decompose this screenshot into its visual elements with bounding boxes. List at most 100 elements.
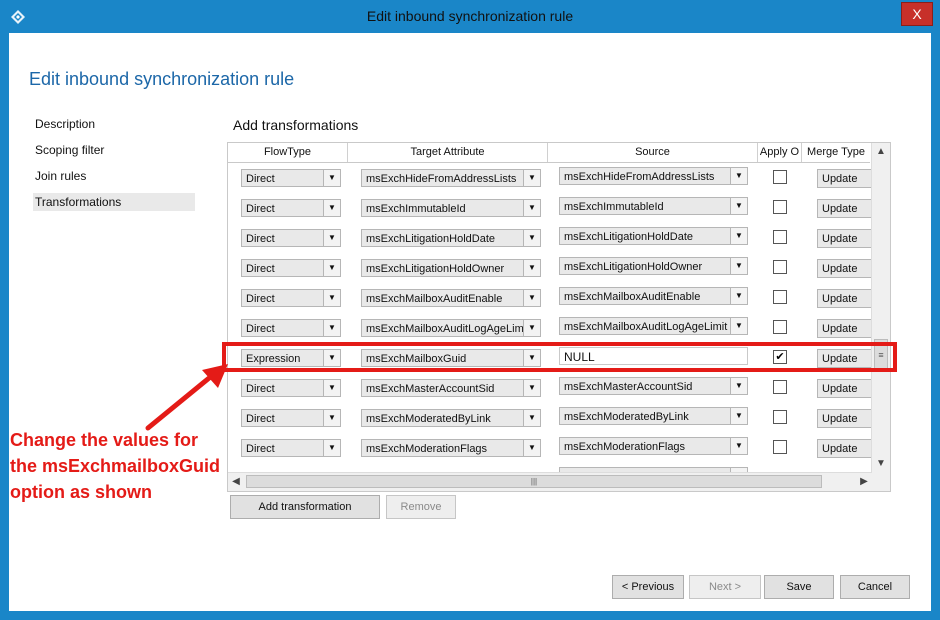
source-dropdown[interactable]: msExchModeratedByLink ▼: [559, 407, 748, 425]
chevron-down-icon: ▼: [730, 258, 747, 274]
merge-type-dropdown[interactable]: Update: [817, 289, 873, 308]
horizontal-scrollbar[interactable]: ◀ ||| ▶: [228, 472, 872, 491]
source-dropdown[interactable]: msExchLitigationHoldDate ▼: [559, 227, 748, 245]
table-row: Direct ▼ msExchMasterAccountSid ▼ msExchMast…: [228, 373, 873, 403]
apply-once-checkbox[interactable]: [773, 200, 787, 214]
chevron-down-icon: ▼: [323, 410, 340, 426]
column-header-source[interactable]: Source: [548, 143, 758, 162]
scroll-up-icon[interactable]: ▲: [872, 143, 890, 161]
merge-type-dropdown[interactable]: Update: [817, 199, 873, 218]
sidebar-item-description[interactable]: Description: [33, 115, 195, 133]
chevron-down-icon: ▼: [323, 200, 340, 216]
target-attribute-dropdown[interactable]: msExchHideFromAddressLists ▼: [361, 169, 541, 187]
flowtype-dropdown-value: Direct: [246, 323, 275, 335]
source-dropdown[interactable]: msExchMailboxAuditEnable ▼: [559, 287, 748, 305]
target-attribute-dropdown[interactable]: msExchModerationFlags ▼: [361, 439, 541, 457]
dialog-window: Edit inbound synchronization rule X Edit…: [0, 0, 940, 620]
column-header-flowtype[interactable]: FlowType: [228, 143, 348, 162]
chevron-down-icon: ▼: [323, 260, 340, 276]
flowtype-dropdown[interactable]: Direct ▼: [241, 409, 341, 427]
target-attribute-dropdown[interactable]: msExchMailboxAuditEnable ▼: [361, 289, 541, 307]
flowtype-dropdown[interactable]: Direct ▼: [241, 259, 341, 277]
cancel-button[interactable]: Cancel: [840, 575, 910, 599]
flowtype-dropdown[interactable]: Direct ▼: [241, 229, 341, 247]
apply-once-checkbox[interactable]: [773, 260, 787, 274]
apply-once-checkbox[interactable]: [773, 320, 787, 334]
add-transformation-button[interactable]: Add transformation: [230, 495, 380, 519]
source-dropdown[interactable]: msExchMasterAccountSid ▼: [559, 377, 748, 395]
target-attribute-dropdown-value: msExchModeratedByLink: [366, 413, 491, 425]
merge-type-dropdown[interactable]: Update: [817, 229, 873, 248]
target-attribute-dropdown[interactable]: msExchLitigationHoldDate ▼: [361, 229, 541, 247]
chevron-down-icon: ▼: [523, 170, 540, 186]
next-button[interactable]: Next >: [689, 575, 761, 599]
target-attribute-dropdown[interactable]: msExchModeratedByLink ▼: [361, 409, 541, 427]
merge-type-dropdown[interactable]: Update: [817, 379, 873, 398]
source-dropdown[interactable]: msExchImmutableId ▼: [559, 197, 748, 215]
column-header-merge-type[interactable]: Merge Type: [802, 143, 870, 162]
target-attribute-dropdown[interactable]: msExchMailboxAuditLogAgeLimit ▼: [361, 319, 541, 337]
apply-once-checkbox[interactable]: [773, 230, 787, 244]
column-header-apply-once[interactable]: Apply O: [758, 143, 802, 162]
target-attribute-dropdown-value: msExchMailboxAuditEnable: [366, 293, 503, 305]
source-dropdown[interactable]: msExchModerationFlags ▼: [559, 437, 748, 455]
apply-once-checkbox[interactable]: [773, 440, 787, 454]
remove-button[interactable]: Remove: [386, 495, 456, 519]
sidebar-item-scoping-filter[interactable]: Scoping filter: [33, 141, 195, 159]
apply-once-checkbox[interactable]: [773, 290, 787, 304]
flowtype-dropdown[interactable]: Direct ▼: [241, 439, 341, 457]
flowtype-dropdown[interactable]: Direct ▼: [241, 199, 341, 217]
page-title: Edit inbound synchronization rule: [29, 69, 295, 89]
horizontal-scroll-thumb[interactable]: |||: [246, 475, 822, 488]
sidebar-item-transformations[interactable]: Transformations: [33, 193, 195, 211]
scroll-left-icon[interactable]: ◀: [228, 473, 244, 491]
table-row: Direct ▼ msExchMailboxAuditEnable ▼ msExchMa…: [228, 283, 873, 313]
scroll-right-icon[interactable]: ▶: [856, 473, 872, 491]
chevron-down-icon: ▼: [523, 320, 540, 336]
vertical-scrollbar[interactable]: ▲ ≡ ▼: [871, 143, 890, 473]
scroll-down-icon[interactable]: ▼: [872, 455, 890, 473]
save-button[interactable]: Save: [764, 575, 834, 599]
annotation-text: Change the values for the msExchmailboxG…: [10, 427, 230, 505]
source-dropdown[interactable]: msExchLitigationHoldOwner ▼: [559, 257, 748, 275]
chevron-down-icon: ▼: [523, 440, 540, 456]
target-attribute-dropdown[interactable]: msExchLitigationHoldOwner ▼: [361, 259, 541, 277]
source-dropdown-value: msExchMasterAccountSid: [564, 381, 693, 393]
merge-type-dropdown[interactable]: Update: [817, 259, 873, 278]
chevron-down-icon: ▼: [730, 318, 747, 334]
flowtype-dropdown-value: Direct: [246, 413, 275, 425]
apply-once-checkbox[interactable]: [773, 410, 787, 424]
flowtype-dropdown[interactable]: Direct ▼: [241, 289, 341, 307]
chevron-down-icon: ▼: [323, 320, 340, 336]
chevron-down-icon: ▼: [523, 290, 540, 306]
merge-type-dropdown[interactable]: Update: [817, 319, 873, 338]
chevron-down-icon: ▼: [323, 170, 340, 186]
merge-type-dropdown[interactable]: Update: [817, 409, 873, 428]
source-dropdown-value: msExchLitigationHoldDate: [564, 231, 694, 243]
merge-type-dropdown[interactable]: Update: [817, 439, 873, 458]
chevron-down-icon: ▼: [523, 230, 540, 246]
apply-once-checkbox[interactable]: [773, 380, 787, 394]
source-dropdown[interactable]: msExchHideFromAddressLists ▼: [559, 167, 748, 185]
source-dropdown-value: msExchImmutableId: [564, 201, 664, 213]
flowtype-dropdown[interactable]: Direct ▼: [241, 169, 341, 187]
flowtype-dropdown[interactable]: Direct ▼: [241, 379, 341, 397]
flowtype-dropdown[interactable]: Direct ▼: [241, 319, 341, 337]
apply-once-checkbox[interactable]: [773, 170, 787, 184]
previous-button[interactable]: < Previous: [612, 575, 684, 599]
close-button[interactable]: X: [901, 2, 933, 26]
source-dropdown[interactable]: msExchMailboxAuditLogAgeLimit ▼: [559, 317, 748, 335]
target-attribute-dropdown[interactable]: msExchMasterAccountSid ▼: [361, 379, 541, 397]
column-header-target-attribute[interactable]: Target Attribute: [348, 143, 548, 162]
merge-type-dropdown[interactable]: Update: [817, 169, 873, 188]
annotation-line: Change the values for: [10, 430, 199, 450]
table-row: Direct ▼ msExchHideFromAddressLists ▼ msExch…: [228, 163, 873, 193]
table-row: Direct ▼ msExchModeratedByLink ▼ msExchModer…: [228, 403, 873, 433]
sidebar-item-join-rules[interactable]: Join rules: [33, 167, 195, 185]
target-attribute-dropdown[interactable]: msExchImmutableId ▼: [361, 199, 541, 217]
chevron-down-icon: ▼: [730, 228, 747, 244]
flowtype-dropdown-value: Direct: [246, 233, 275, 245]
flowtype-dropdown-value: Direct: [246, 173, 275, 185]
flowtype-dropdown-value: Direct: [246, 263, 275, 275]
source-dropdown-value: msExchModerationFlags: [564, 441, 686, 453]
